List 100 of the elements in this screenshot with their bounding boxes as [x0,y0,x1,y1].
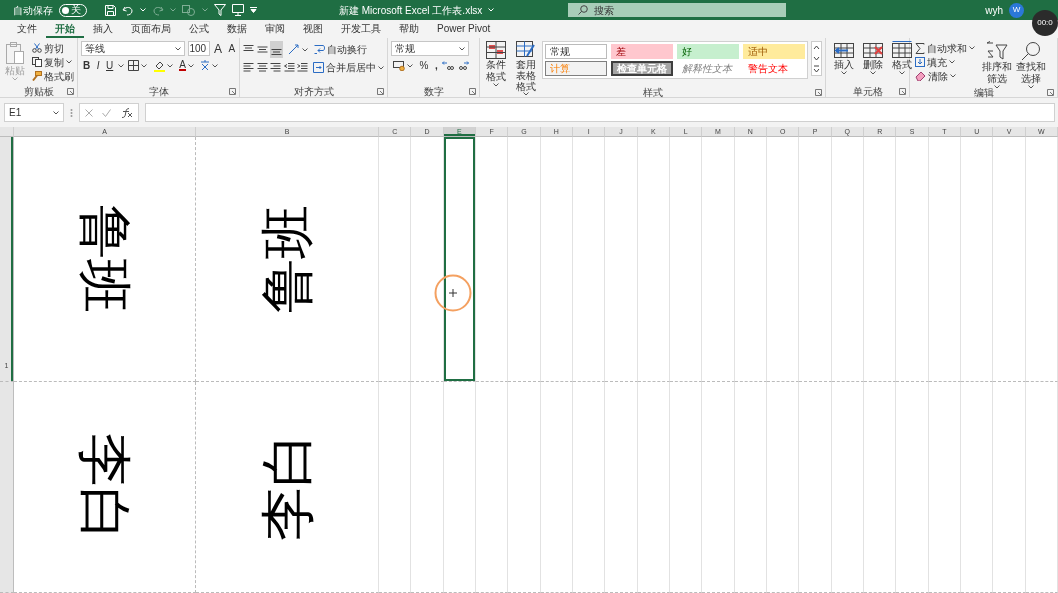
ribbon-tab[interactable]: 开发工具 [332,20,390,38]
sheet-cell[interactable] [411,137,444,382]
caret-icon[interactable] [212,63,219,68]
currency-button[interactable] [391,58,415,73]
dialog-launcher-icon[interactable] [229,88,236,95]
caret-icon[interactable] [407,63,413,68]
decrease-decimal-icon[interactable] [456,60,469,71]
caret-icon[interactable] [377,65,384,70]
sheet-cell[interactable] [508,382,541,593]
cell-style-option[interactable]: 差 [611,44,673,59]
cell-style-option[interactable]: 解释性文本 [677,61,739,76]
sheet-cell[interactable] [799,382,832,593]
sheet-cell[interactable] [670,137,703,382]
caret-icon[interactable] [141,63,148,68]
ribbon-tab[interactable]: 视图 [294,20,332,38]
fill-button[interactable]: 填充 [913,55,977,69]
increase-decimal-icon[interactable] [442,60,455,71]
dialog-launcher-icon[interactable] [469,88,476,95]
font-color-button[interactable]: A [177,58,196,73]
sheet-cell[interactable] [379,137,412,382]
sheet-cell[interactable] [961,382,994,593]
underline-button[interactable]: U [104,58,116,73]
bold-button[interactable]: B [81,58,93,73]
shrink-font-button[interactable]: A [226,41,238,56]
sheet-cell[interactable] [637,382,670,593]
sort-filter-button[interactable]: 排序和筛选 [980,41,1014,89]
sheet-cell[interactable] [831,137,864,382]
undo-icon[interactable] [122,4,134,16]
ribbon-tab[interactable]: 插入 [84,20,122,38]
sheet-cell[interactable] [476,137,509,382]
sheet-cell[interactable] [734,137,767,382]
format-as-table-button[interactable]: 套用 表格格式 [512,41,539,96]
caret-icon[interactable] [898,71,905,75]
sheet-cell[interactable]: 李白 [14,382,196,593]
sheet-cell[interactable] [896,137,929,382]
sheet-cell[interactable] [702,382,735,593]
more-icon[interactable] [812,64,821,75]
caret-icon[interactable] [869,71,876,75]
dialog-launcher-icon[interactable] [815,89,822,96]
copy-button[interactable]: 复制 [30,55,76,69]
caret-icon[interactable] [175,46,181,51]
user-name[interactable]: wyh [985,2,1003,18]
filter-icon[interactable] [214,4,226,16]
borders-button[interactable] [126,58,150,73]
redo-icon[interactable] [152,4,164,16]
dialog-launcher-icon[interactable] [1047,89,1054,96]
ribbon-tab[interactable]: Power Pivot [428,20,500,38]
sheet-cell[interactable] [443,382,476,593]
font-size-field[interactable]: 100 [187,41,210,56]
ribbon-tab[interactable]: 公式 [180,20,218,38]
caret-icon[interactable] [166,63,173,68]
format-painter-button[interactable]: 格式刷 [30,69,76,83]
ribbon-tab[interactable]: 帮助 [390,20,428,38]
sheet-cell[interactable] [540,382,573,593]
formula-input[interactable] [145,103,1055,122]
sheet-cell[interactable] [993,382,1026,593]
customize-caret-icon[interactable] [250,7,257,13]
caret-icon[interactable] [969,46,975,50]
sheet-cell[interactable] [831,382,864,593]
caret-icon[interactable] [949,60,955,64]
caret-icon[interactable] [459,46,465,51]
cut-button[interactable]: 剪切 [30,41,76,55]
sheet-cell[interactable]: 李白 [196,382,379,593]
shape-icon[interactable] [182,4,196,16]
align-left-icon[interactable] [243,62,254,73]
sheet-cell[interactable] [864,382,897,593]
grow-font-button[interactable]: A [212,41,224,56]
sheet-cell[interactable] [928,137,961,382]
caret-icon[interactable] [66,60,72,64]
conditional-format-button[interactable]: 条件格式 [483,41,510,87]
sheet-cell[interactable] [928,382,961,593]
percent-button[interactable]: % [417,58,431,73]
selected-cell[interactable] [443,137,476,382]
cell-style-option[interactable]: 好 [677,44,739,59]
font-name-field[interactable]: 等线 [81,41,185,56]
ribbon-tab[interactable]: 文件 [8,20,46,38]
ribbon-tab[interactable]: 数据 [218,20,256,38]
sheet-cell[interactable] [670,382,703,593]
caret-icon[interactable] [53,110,59,115]
sheet-cell[interactable] [379,382,412,593]
sheet-cell[interactable] [1025,382,1058,593]
sheet-cell[interactable] [411,382,444,593]
monitor-icon[interactable] [232,4,244,16]
user-avatar[interactable]: W [1009,2,1024,18]
caret-icon[interactable] [522,92,529,96]
dialog-launcher-icon[interactable] [899,88,906,95]
ribbon-tab[interactable]: 页面布局 [122,20,180,38]
find-select-button[interactable]: 查找和选择 [1014,41,1048,89]
sheet-cell[interactable] [1025,137,1058,382]
caret-icon[interactable] [840,71,847,75]
sheet-cell[interactable] [573,382,606,593]
italic-button[interactable]: I [94,58,102,73]
align-middle-icon[interactable] [256,44,268,55]
ribbon-tab[interactable]: 审阅 [256,20,294,38]
comma-button[interactable]: , [432,58,440,73]
delete-cells-button[interactable]: 删除 [860,41,885,75]
sheet-cell[interactable] [734,382,767,593]
caret-icon[interactable] [187,63,194,68]
sheet-cell[interactable] [637,137,670,382]
align-center-icon[interactable] [256,62,268,73]
